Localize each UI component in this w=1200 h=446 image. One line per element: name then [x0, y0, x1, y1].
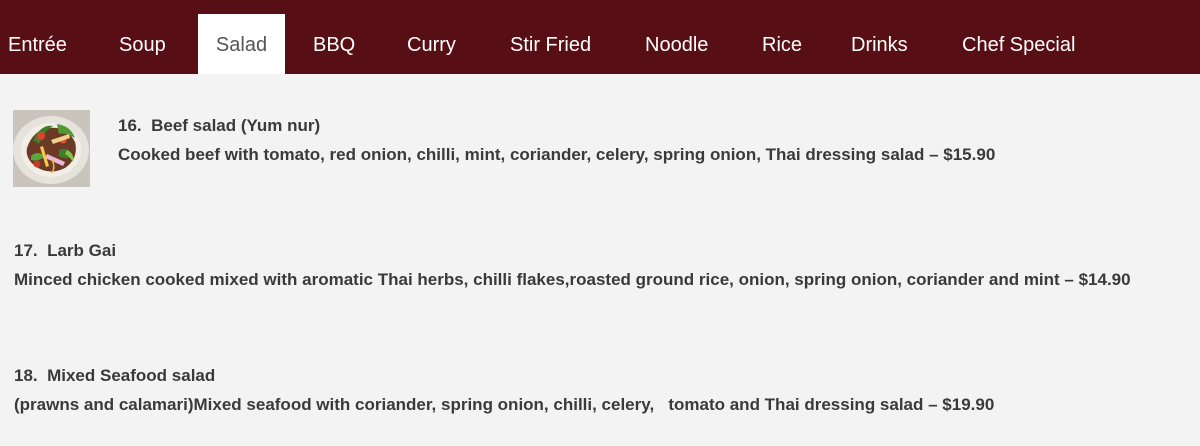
tab-soup[interactable]: Soup: [119, 14, 166, 74]
item-name: Larb Gai: [47, 241, 117, 260]
item-description: Cooked beef with tomato, red onion, chil…: [118, 145, 996, 164]
tab-entree[interactable]: Entrée: [8, 14, 67, 74]
menu-item-title: 16. Beef salad (Yum nur): [118, 116, 320, 136]
tab-chef-special[interactable]: Chef Special: [962, 14, 1075, 74]
beef-salad-photo: [13, 110, 90, 187]
tab-stir-fried[interactable]: Stir Fried: [510, 14, 591, 74]
menu-item-title: 18. Mixed Seafood salad: [14, 366, 215, 386]
tab-drinks[interactable]: Drinks: [851, 14, 908, 74]
item-name: Mixed Seafood salad: [47, 366, 216, 385]
tab-bbq[interactable]: BBQ: [313, 14, 355, 74]
item-name: Beef salad (Yum nur): [151, 116, 321, 135]
item-number: 18.: [14, 366, 38, 385]
tab-salad[interactable]: Salad: [198, 14, 285, 74]
menu-item-title: 17. Larb Gai: [14, 241, 116, 261]
menu-category-tabs: Entrée Soup Salad BBQ Curry Stir Fried N…: [0, 0, 1200, 74]
item-description: Minced chicken cooked mixed with aromati…: [14, 270, 1131, 289]
item-number: 16.: [118, 116, 142, 135]
tab-curry[interactable]: Curry: [407, 14, 456, 74]
tab-rice[interactable]: Rice: [762, 14, 802, 74]
item-number: 17.: [14, 241, 38, 260]
item-description: (prawns and calamari)Mixed seafood with …: [14, 395, 995, 414]
tab-noodle[interactable]: Noodle: [645, 14, 708, 74]
